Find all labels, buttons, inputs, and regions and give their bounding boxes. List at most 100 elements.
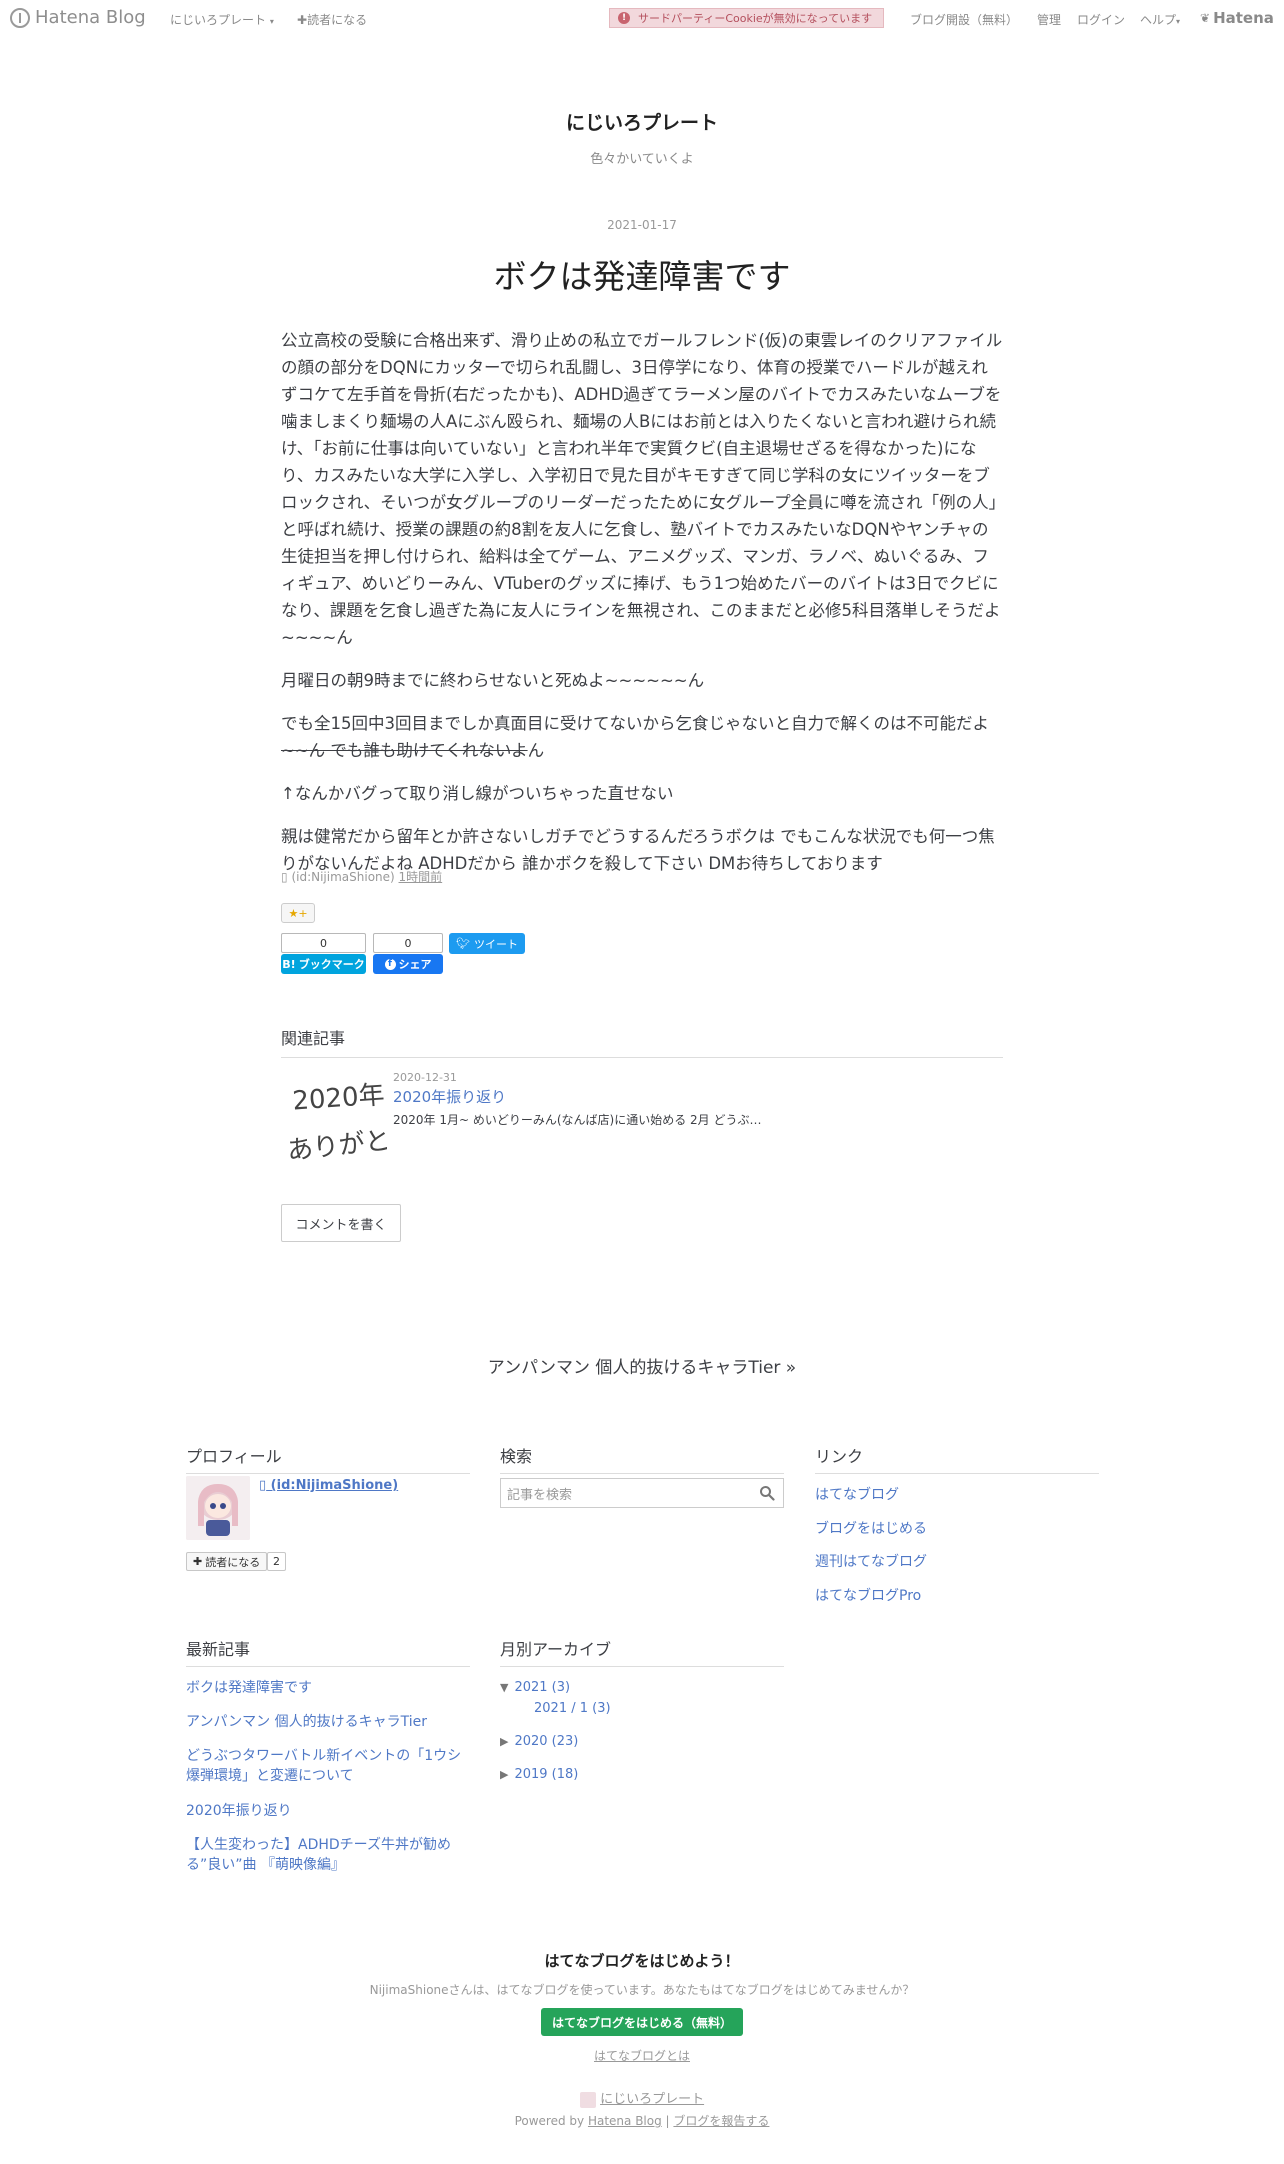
link-weekly-hatena-blog[interactable]: 週刊はてなブログ	[815, 1552, 927, 1572]
about-hatena-blog-link[interactable]: はてなブログとは	[0, 2047, 1284, 2064]
facebook-button[interactable]: f シェア	[373, 954, 443, 974]
hatena-link[interactable]: ❦ Hatena	[1200, 9, 1274, 27]
search-placeholder: 記事を検索	[507, 1487, 573, 1503]
blog-menu-dropdown[interactable]: にじいろプレート ▾	[170, 11, 274, 28]
archive-year-label[interactable]: 2021 (3)	[514, 1680, 570, 1695]
entry-title[interactable]: ボクは発達障害です	[0, 250, 1284, 298]
time-ago-link[interactable]: 1時間前	[399, 870, 443, 884]
recent-entry-link[interactable]: 【人生変わった】ADHDチーズ牛丼が勧める”良い”曲 『萌映像編』	[186, 1835, 470, 1875]
hatebu-button[interactable]: B! ブックマーク	[281, 954, 366, 974]
caret-down-icon: ▾	[1176, 17, 1181, 26]
entry-date[interactable]: 2021-01-17	[0, 218, 1284, 232]
search-icon[interactable]	[759, 1485, 775, 1501]
profile-id-link[interactable]: ▯ (id:NijimaShione)	[259, 1478, 398, 1493]
archive-year-label[interactable]: 2020 (23)	[514, 1734, 578, 1749]
manage-link[interactable]: 管理	[1037, 11, 1061, 28]
blog-menu-label: にじいろプレート	[170, 13, 267, 27]
archive-year-2019[interactable]: ▶ 2019 (18)	[500, 1767, 578, 1782]
report-blog-link[interactable]: ブログを報告する	[673, 2114, 769, 2128]
profile-avatar[interactable]	[186, 1476, 250, 1540]
global-header: Hatena Blog にじいろプレート ▾ ✚読者になる ! サードパーティー…	[0, 0, 1284, 36]
strikethrough-text: ~~ん でも誰も助けてくれないよ	[281, 741, 528, 760]
archive-year-2020[interactable]: ▶ 2020 (23)	[500, 1734, 578, 1749]
subscribe-button-label: 読者になる	[205, 1555, 261, 1569]
powered-by: Powered by Hatena Blog | ブログを報告する	[0, 2112, 1284, 2129]
hatebu-count[interactable]: 0	[281, 933, 366, 953]
hatena-logo-icon	[10, 7, 30, 28]
powered-by-text: Powered by	[514, 2114, 585, 2128]
start-blog-link[interactable]: ブログ開設（無料）	[910, 11, 1018, 28]
recent-entry-link[interactable]: どうぶつタワーバトル新イベントの「1ウシ爆弾環境」と変遷について	[186, 1746, 470, 1786]
subscribe-label: 読者になる	[307, 13, 368, 27]
thumb-line1: 2020年	[291, 1080, 385, 1116]
search-heading: 検索	[500, 1443, 784, 1474]
archive-heading: 月別アーカイブ	[500, 1636, 784, 1667]
recent-entries-heading: 最新記事	[186, 1636, 470, 1667]
recent-entry-link[interactable]: アンパンマン 個人的抜けるキャラTier	[186, 1712, 470, 1732]
tweet-button[interactable]: 🐦︎ ツイート	[449, 933, 525, 954]
plus-icon: ✚	[193, 1555, 203, 1568]
start-blog-button[interactable]: はてなブログをはじめる（無料）	[541, 2008, 743, 2036]
related-thumbnail[interactable]: 2020年 ありがとう	[281, 1067, 418, 1173]
alert-icon: !	[618, 12, 630, 24]
facebook-share[interactable]: 0 f シェア	[373, 933, 443, 974]
caret-down-icon: ▾	[269, 17, 274, 26]
reader-count[interactable]: 2	[267, 1552, 286, 1571]
author-icon[interactable]: ▯	[281, 870, 288, 884]
profile-heading: プロフィール	[186, 1443, 470, 1474]
triangle-right-icon[interactable]: ▶	[500, 1768, 508, 1781]
archive-month-label[interactable]: 2021 / 1 (3)	[534, 1701, 611, 1716]
entry-paragraph: ↑なんかバグって取り消し線がついちゃった直せない	[281, 784, 674, 803]
subscribe-link[interactable]: ✚読者になる	[297, 11, 367, 28]
triangle-down-icon[interactable]: ▼	[500, 1681, 508, 1694]
entry-text: でも全15回中3回目までしか真面目に受けてないから乞食じゃないと自力で解くのは不…	[281, 714, 989, 733]
entry-text: ん	[527, 741, 545, 760]
entry-paragraph: でも全15回中3回目までしか真面目に受けてないから乞食じゃないと自力で解くのは不…	[281, 710, 1003, 764]
archive-year-2021[interactable]: ▼ 2021 (3)	[500, 1680, 570, 1695]
link-start-blog[interactable]: ブログをはじめる	[815, 1519, 927, 1539]
footer-separator: |	[665, 2114, 670, 2128]
fb-count[interactable]: 0	[373, 933, 443, 953]
search-input[interactable]: 記事を検索	[500, 1478, 784, 1508]
archive-year-label[interactable]: 2019 (18)	[514, 1767, 578, 1782]
blog-icon	[579, 2091, 596, 2108]
entry-body: 公立高校の受験に合格出来ず、滑り止めの私立でガールフレンド(仮)の東雲レイのクリ…	[281, 327, 1003, 893]
tweet-label: ツイート	[473, 937, 518, 951]
hatena-logo-text: Hatena	[1213, 9, 1274, 27]
subscribe-button[interactable]: ✚ 読者になる	[186, 1552, 268, 1571]
login-link[interactable]: ログイン	[1077, 11, 1125, 28]
footer-description: NijimaShioneさんは、はてなブログを使っています。あなたもはてなブログ…	[369, 1983, 915, 1997]
hatena-blog-link[interactable]: Hatena Blog	[588, 2114, 662, 2128]
hatena-blog-logo[interactable]: Hatena Blog	[10, 7, 146, 28]
entry-paragraph: 公立高校の受験に合格出来ず、滑り止めの私立でガールフレンド(仮)の東雲レイのクリ…	[281, 331, 1003, 647]
related-entries-heading: 関連記事	[281, 1025, 1003, 1058]
fb-label: シェア	[398, 958, 432, 971]
link-hatena-blog[interactable]: はてなブログ	[815, 1485, 899, 1505]
author-id[interactable]: (id:NijimaShione)	[291, 870, 394, 884]
blog-title[interactable]: にじいろプレート	[0, 108, 1284, 135]
pager-next-link[interactable]: アンパンマン 個人的抜けるキャラTier »	[0, 1353, 1284, 1378]
cookie-alert[interactable]: ! サードパーティーCookieが無効になっています	[609, 8, 884, 28]
footer-title: はてなブログをはじめよう！	[544, 1952, 740, 1970]
hatebu-share[interactable]: 0 B! ブックマーク	[281, 933, 366, 974]
related-snippet: 2020年 1月~ めいどりーみん(なんば店)に通い始める 2月 どうぶ…	[393, 1113, 762, 1127]
link-hatena-blog-pro[interactable]: はてなブログPro	[815, 1586, 921, 1606]
recent-entry-link[interactable]: 2020年振り返り	[186, 1801, 470, 1821]
triangle-right-icon[interactable]: ▶	[500, 1735, 508, 1748]
entry-footer: ▯ (id:NijimaShione) 1時間前	[281, 868, 442, 885]
related-title-link[interactable]: 2020年振り返り	[393, 1086, 506, 1107]
write-comment-button[interactable]: コメントを書く	[281, 1204, 401, 1242]
recent-entry-link[interactable]: ボクは発達障害です	[186, 1678, 470, 1698]
blog-description: 色々かいていくよ	[590, 152, 694, 167]
plus-icon: ✚	[297, 13, 308, 27]
cookie-alert-text: サードパーティーCookieが無効になっています	[638, 12, 873, 25]
footer-blog-link[interactable]: にじいろプレート	[0, 2088, 1284, 2108]
archive-month-2021-01[interactable]: 2021 / 1 (3)	[534, 1701, 611, 1716]
add-star-button[interactable]: ★+	[281, 903, 315, 923]
hatena-mark-icon: ❦	[1200, 11, 1211, 25]
help-dropdown[interactable]: ヘルプ▾	[1140, 11, 1180, 28]
twitter-bird-icon: 🐦︎	[456, 937, 470, 950]
help-label: ヘルプ	[1140, 13, 1177, 27]
footer-blog-name[interactable]: にじいろプレート	[600, 2092, 704, 2107]
facebook-icon: f	[384, 958, 396, 970]
